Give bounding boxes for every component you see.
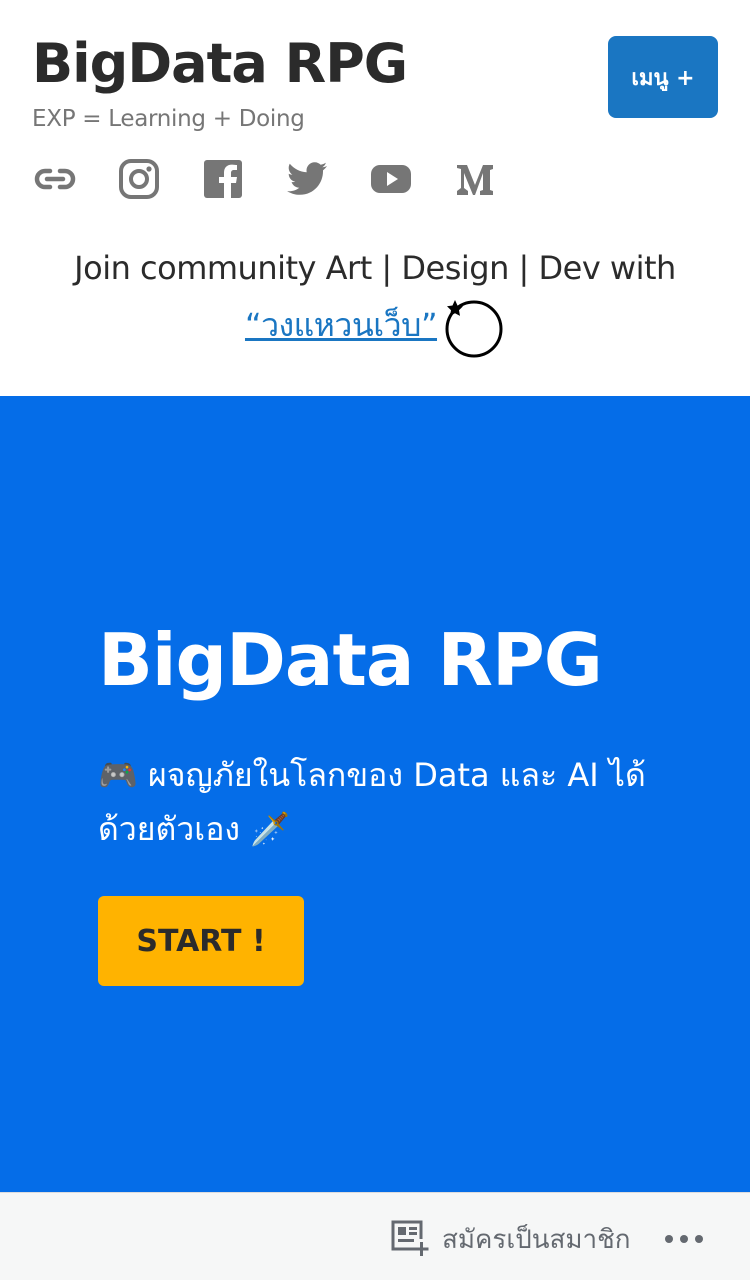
community-banner: Join community Art | Design | Dev with “… <box>0 240 750 358</box>
webring-icon[interactable] <box>443 296 505 358</box>
community-text: Join community Art | Design | Dev with <box>74 249 676 287</box>
hero-section: BigData RPG 🎮 ผจญภัยในโลกของ Data และ AI… <box>0 396 750 1192</box>
menu-button[interactable]: เมนู + <box>608 36 718 118</box>
hero-title: BigData RPG <box>98 618 603 702</box>
youtube-icon[interactable] <box>368 156 414 202</box>
webring-link[interactable]: “วงแหวนเว็บ” <box>245 306 438 344</box>
start-button[interactable]: START ! <box>98 896 304 986</box>
bottom-action-bar: สมัครเป็นสมาชิก <box>0 1192 750 1280</box>
site-title[interactable]: BigData RPG <box>32 34 408 94</box>
twitter-icon[interactable] <box>284 156 330 202</box>
subscribe-label[interactable]: สมัครเป็นสมาชิก <box>442 1219 631 1260</box>
medium-icon[interactable] <box>452 156 498 202</box>
hero-subtitle: 🎮 ผจญภัยในโลกของ Data และ AI ได้ด้วยตัวเ… <box>98 756 646 848</box>
subscribe-icon[interactable] <box>390 1219 430 1257</box>
social-links <box>32 156 536 202</box>
more-options-icon[interactable] <box>664 1233 704 1245</box>
instagram-icon[interactable] <box>116 156 162 202</box>
link-icon[interactable] <box>32 156 78 202</box>
facebook-icon[interactable] <box>200 156 246 202</box>
site-tagline: EXP = Learning + Doing <box>32 106 305 132</box>
